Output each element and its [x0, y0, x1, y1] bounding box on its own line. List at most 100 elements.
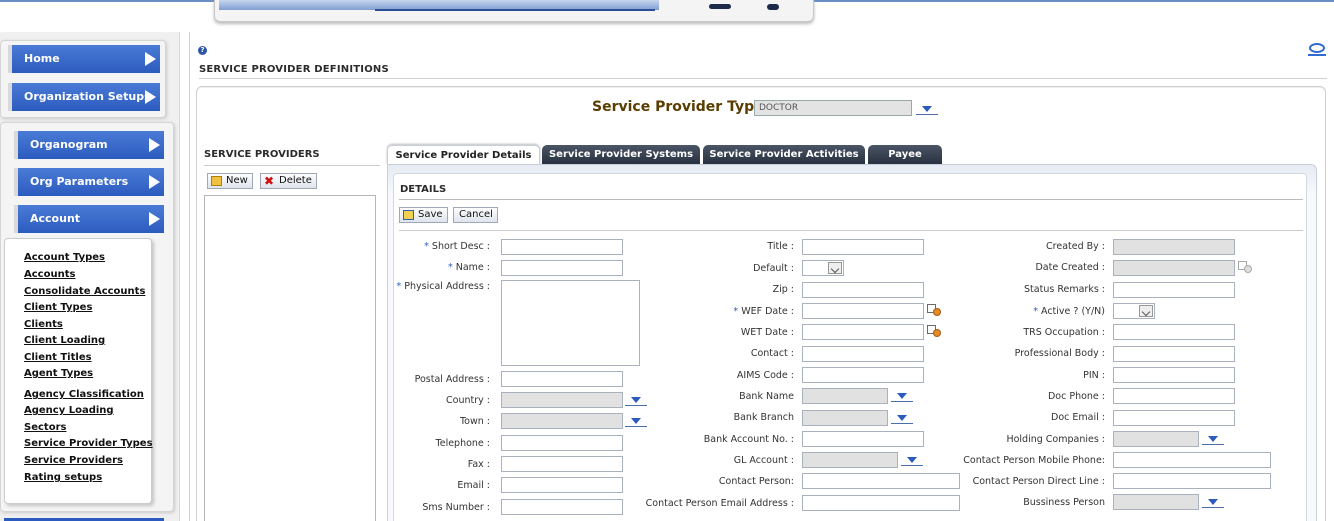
- pin-label: PIN :: [1083, 370, 1105, 381]
- dropdown-arrow-icon[interactable]: [901, 456, 923, 466]
- calendar-icon[interactable]: [927, 304, 941, 316]
- default-label: Default :: [753, 263, 794, 274]
- link-client-loading[interactable]: Client Loading: [24, 335, 105, 346]
- bank-name-field[interactable]: [802, 388, 888, 404]
- service-providers-list[interactable]: [204, 195, 376, 521]
- bank-branch-field[interactable]: [802, 410, 888, 426]
- service-provider-type-select[interactable]: DOCTOR: [754, 100, 912, 116]
- new-button[interactable]: New: [207, 173, 253, 189]
- telephone-field[interactable]: [501, 435, 623, 451]
- link-sectors[interactable]: Sectors: [24, 422, 66, 433]
- fax-field[interactable]: [501, 456, 623, 472]
- wef-date-label: * WEF Date :: [733, 306, 794, 317]
- new-icon: [211, 176, 222, 186]
- contact-person-field[interactable]: [802, 473, 960, 489]
- zip-field[interactable]: [802, 282, 924, 298]
- cancel-button[interactable]: Cancel: [453, 207, 498, 223]
- town-label: Town :: [459, 416, 490, 427]
- nav-organogram[interactable]: Organogram: [14, 131, 164, 159]
- dropdown-arrow-icon[interactable]: [1202, 435, 1224, 445]
- divider: [204, 165, 380, 166]
- calendar-icon[interactable]: [927, 325, 941, 337]
- link-clients[interactable]: Clients: [24, 319, 63, 330]
- link-service-providers[interactable]: Service Providers: [24, 455, 123, 466]
- dropdown-arrow-icon[interactable]: [625, 417, 647, 427]
- nav-organization-setups[interactable]: Organization Setups: [8, 83, 160, 111]
- link-agency-classification[interactable]: Agency Classification: [24, 389, 144, 400]
- dropdown-arrow-icon[interactable]: [891, 392, 913, 402]
- banner-graphic: [767, 4, 779, 10]
- bussiness-person-field[interactable]: [1113, 494, 1199, 510]
- bank-account-no-field[interactable]: [802, 431, 924, 447]
- wet-date-label: WET Date :: [740, 327, 794, 338]
- country-field[interactable]: [501, 392, 623, 408]
- link-agency-loading[interactable]: Agency Loading: [24, 405, 114, 416]
- wet-date-field[interactable]: [802, 324, 924, 340]
- trs-occupation-field[interactable]: [1113, 324, 1235, 340]
- save-button[interactable]: Save: [399, 207, 448, 223]
- tab-service-provider-details[interactable]: Service Provider Details: [387, 145, 540, 165]
- nav-label: Org Parameters: [30, 175, 129, 188]
- link-account-types[interactable]: Account Types: [24, 252, 105, 263]
- active-select[interactable]: [1113, 303, 1155, 319]
- pin-field[interactable]: [1113, 367, 1235, 383]
- dropdown-arrow-icon[interactable]: [916, 105, 938, 115]
- contact-field[interactable]: [802, 346, 924, 362]
- oracle-logo-icon: [1308, 42, 1326, 56]
- email-field[interactable]: [501, 477, 623, 493]
- contact-person-mobile-field[interactable]: [1113, 452, 1271, 468]
- calendar-icon: [1238, 261, 1252, 273]
- wef-date-field[interactable]: [802, 303, 924, 319]
- delete-button[interactable]: ✖ Delete: [260, 173, 317, 189]
- professional-body-field[interactable]: [1113, 346, 1235, 362]
- short-desc-label: * Short Desc :: [424, 241, 490, 252]
- chevron-right-icon: [145, 90, 156, 104]
- physical-address-field[interactable]: [501, 280, 640, 366]
- link-service-provider-types[interactable]: Service Provider Types: [24, 438, 153, 449]
- dropdown-arrow-icon[interactable]: [625, 396, 647, 406]
- gl-account-label: GL Account :: [733, 455, 794, 466]
- status-remarks-label: Status Remarks :: [1024, 284, 1105, 295]
- link-accounts[interactable]: Accounts: [24, 269, 75, 280]
- sms-number-label: Sms Number :: [422, 502, 490, 513]
- link-agent-types[interactable]: Agent Types: [24, 368, 93, 379]
- tab-payee[interactable]: Payee: [868, 145, 942, 165]
- nav-account-management[interactable]: Account Management: [14, 205, 164, 253]
- link-client-titles[interactable]: Client Titles: [24, 352, 92, 363]
- sms-number-field[interactable]: [501, 499, 623, 515]
- aims-code-field[interactable]: [802, 367, 924, 383]
- contact-person-direct-line-field[interactable]: [1113, 473, 1271, 489]
- date-created-label: Date Created :: [1035, 262, 1105, 273]
- postal-address-field[interactable]: [501, 371, 623, 387]
- holding-companies-field[interactable]: [1113, 431, 1199, 447]
- details-frame: DETAILS Save Cancel * Short Desc : * Nam…: [387, 164, 1317, 521]
- short-desc-field[interactable]: [501, 239, 623, 255]
- dropdown-arrow-icon[interactable]: [1202, 498, 1224, 508]
- link-client-types[interactable]: Client Types: [24, 302, 92, 313]
- name-label: * Name :: [447, 262, 490, 273]
- delete-button-label: Delete: [279, 175, 312, 186]
- doc-email-field[interactable]: [1113, 410, 1235, 426]
- tab-service-provider-systems[interactable]: Service Provider Systems: [542, 145, 700, 165]
- town-field[interactable]: [501, 413, 623, 429]
- nav-org-parameters[interactable]: Org Parameters: [14, 168, 164, 196]
- nav-label: Organization Setups: [24, 90, 151, 103]
- date-created-field: [1113, 260, 1235, 276]
- created-by-field: [1113, 239, 1235, 255]
- link-consolidate-accounts[interactable]: Consolidate Accounts: [24, 286, 145, 297]
- gl-account-field[interactable]: [802, 452, 898, 468]
- default-select[interactable]: [802, 260, 844, 276]
- name-field[interactable]: [501, 260, 623, 276]
- status-remarks-field[interactable]: [1113, 282, 1235, 298]
- divider: [399, 199, 1303, 200]
- link-rating-setups[interactable]: Rating setups: [24, 472, 102, 483]
- save-icon: [403, 210, 414, 220]
- title-field[interactable]: [802, 239, 924, 255]
- tab-service-provider-activities[interactable]: Service Provider Activities: [703, 145, 865, 165]
- help-icon[interactable]: ?: [198, 46, 207, 55]
- dropdown-arrow-icon[interactable]: [891, 414, 913, 424]
- doc-phone-field[interactable]: [1113, 388, 1235, 404]
- banner-bar: [375, 9, 655, 11]
- contact-person-email-field[interactable]: [802, 495, 960, 511]
- nav-home[interactable]: Home: [8, 45, 160, 73]
